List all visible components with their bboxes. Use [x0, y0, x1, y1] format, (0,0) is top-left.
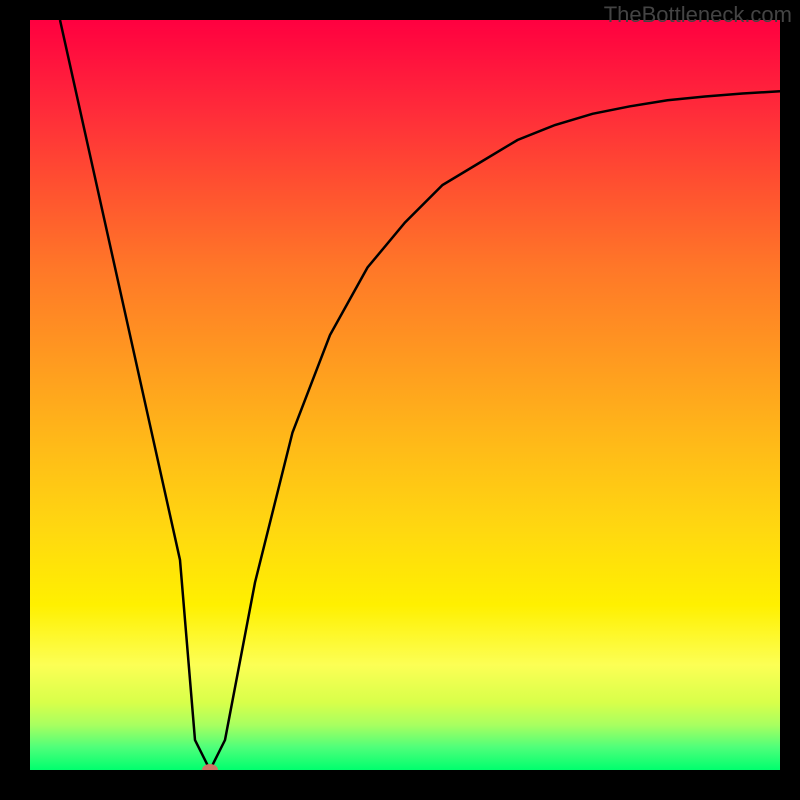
bottleneck-curve — [60, 20, 780, 770]
curve-svg — [30, 20, 780, 770]
plot-area — [30, 20, 780, 770]
chart-container: TheBottleneck.com — [0, 0, 800, 800]
watermark-text: TheBottleneck.com — [604, 2, 792, 28]
minimum-marker — [202, 764, 218, 770]
